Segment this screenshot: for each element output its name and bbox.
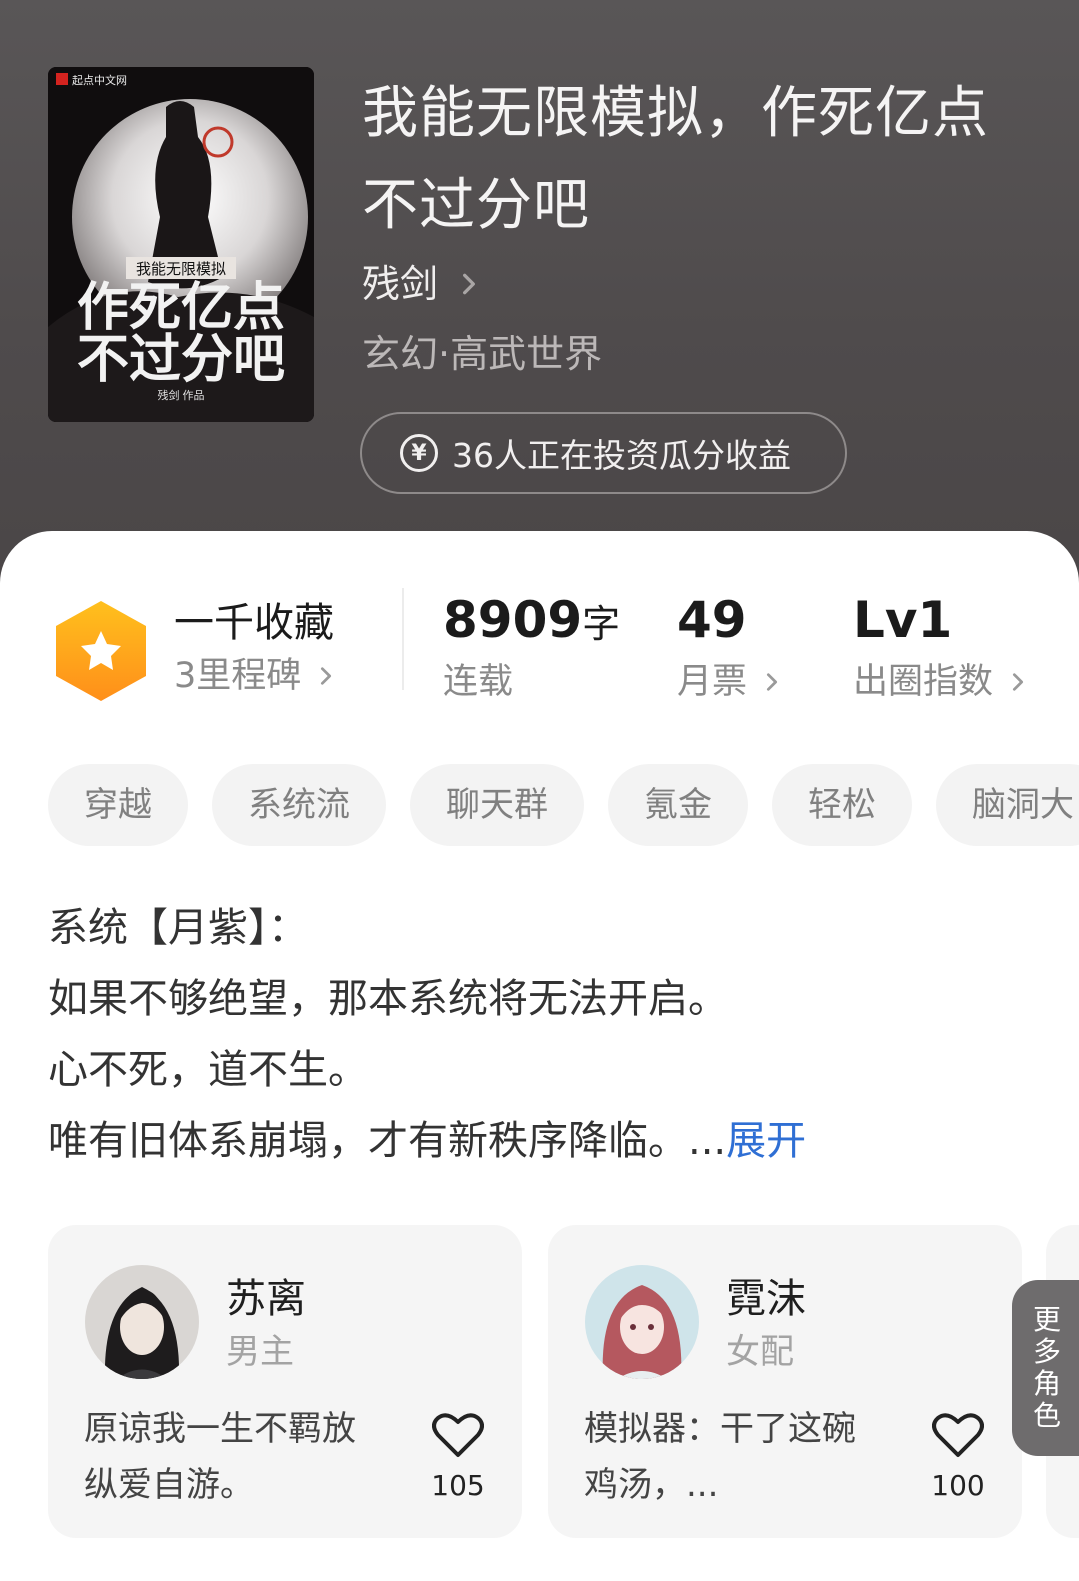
- star-hexagon-icon: [56, 601, 146, 701]
- tag-chip[interactable]: 脑洞大: [936, 764, 1079, 846]
- more-roles-char: 角: [1032, 1367, 1061, 1400]
- tag-chip[interactable]: 氪金: [608, 764, 748, 846]
- cover-art: 起点中文网 我能无限模拟 作死亿点 不过分吧 残剑 作品: [48, 67, 314, 422]
- cover-title-line1: 作死亿点: [77, 279, 285, 337]
- book-title: 我能无限模拟，作死亿点不过分吧: [362, 81, 989, 238]
- character-quote: 模拟器：干了这碗鸡汤，...: [584, 1409, 856, 1505]
- word-count-unit: 字: [582, 602, 621, 646]
- collect-title: 一千收藏: [174, 600, 334, 646]
- cover-series-line: 我能无限模拟: [136, 261, 226, 278]
- avatar: [585, 1265, 699, 1379]
- tag-chip[interactable]: 穿越: [48, 764, 188, 846]
- character-role: 女配: [726, 1332, 794, 1372]
- tag-chip[interactable]: 聊天群: [410, 764, 584, 846]
- character-card[interactable]: 霓沫 女配 模拟器：干了这碗鸡汤，... 100: [548, 1225, 1022, 1538]
- description-line-last: 唯有旧体系崩塌，才有新秩序降临。...展开: [48, 1106, 1038, 1177]
- invest-text: 36人正在投资瓜分收益: [452, 436, 791, 475]
- serial-status: 连载: [443, 662, 514, 702]
- heart-icon[interactable]: [932, 1411, 984, 1459]
- author-name: 残剑: [362, 262, 439, 306]
- monthly-votes-link[interactable]: 月票: [677, 660, 783, 704]
- description-line: 系统【月紫】：: [48, 905, 308, 951]
- book-header: 起点中文网 我能无限模拟 作死亿点 不过分吧 残剑 作品 我能无限模拟，作死亿点…: [0, 0, 1079, 600]
- description-line: 如果不够绝望，那本系统将无法开启。: [48, 976, 728, 1022]
- word-count-value: 8909: [443, 591, 583, 649]
- like-count: 105: [431, 1469, 485, 1502]
- book-cover[interactable]: 起点中文网 我能无限模拟 作死亿点 不过分吧 残剑 作品: [48, 67, 314, 422]
- popularity-index-value: Lv1: [853, 591, 953, 649]
- tag-list: 穿越 系统流 聊天群 氪金 轻松 脑洞大: [48, 764, 1079, 846]
- character-quote: 原谅我一生不羁放纵爱自游。: [84, 1409, 356, 1505]
- monthly-votes-value: 49: [677, 591, 747, 649]
- popularity-index-link[interactable]: 出圈指数: [853, 660, 1029, 704]
- like-count: 100: [931, 1469, 985, 1502]
- character-name: 霓沫: [726, 1276, 806, 1322]
- more-roles-char: 更: [1032, 1303, 1061, 1336]
- chevron-right-icon: [321, 667, 332, 685]
- expand-link[interactable]: 展开: [726, 1118, 806, 1164]
- tag-chip[interactable]: 轻松: [772, 764, 912, 846]
- cover-publisher: 起点中文网: [72, 73, 127, 87]
- author-link[interactable]: 残剑: [362, 256, 482, 312]
- chevron-right-icon: [463, 273, 475, 295]
- chevron-right-icon: [1012, 673, 1024, 691]
- popularity-index-label: 出圈指数: [853, 662, 994, 702]
- stats-divider: [402, 588, 404, 690]
- avatar: [85, 1265, 199, 1379]
- tag-chip[interactable]: 系统流: [212, 764, 386, 846]
- character-card[interactable]: 苏离 男主 原谅我一生不羁放纵爱自游。 105: [48, 1225, 522, 1538]
- milestone-link[interactable]: 3里程碑: [174, 654, 337, 698]
- more-roles-char: 色: [1032, 1399, 1061, 1432]
- invest-button[interactable]: ¥ 36人正在投资瓜分收益: [360, 412, 847, 494]
- character-name: 苏离: [226, 1276, 306, 1322]
- monthly-votes-label: 月票: [677, 662, 748, 702]
- more-roles-button[interactable]: 更 多 角 色: [1012, 1280, 1079, 1456]
- word-count: 8909字: [443, 595, 621, 648]
- heart-icon[interactable]: [432, 1411, 484, 1459]
- character-role: 男主: [226, 1332, 294, 1372]
- cover-title-line2: 不过分吧: [77, 332, 285, 389]
- chevron-right-icon: [766, 673, 778, 691]
- book-genre: 玄幻·高武世界: [362, 332, 603, 376]
- cover-author-line: 残剑 作品: [157, 388, 204, 402]
- more-roles-char: 多: [1032, 1335, 1061, 1368]
- description-line: 唯有旧体系崩塌，才有新秩序降临。...: [48, 1118, 727, 1164]
- description-line: 心不死，道不生。: [48, 1047, 368, 1093]
- milestone-text: 3里程碑: [174, 656, 302, 696]
- book-description: 系统【月紫】： 如果不够绝望，那本系统将无法开启。 心不死，道不生。 唯有旧体系…: [48, 893, 1038, 1177]
- yen-coin-icon: ¥: [400, 434, 438, 472]
